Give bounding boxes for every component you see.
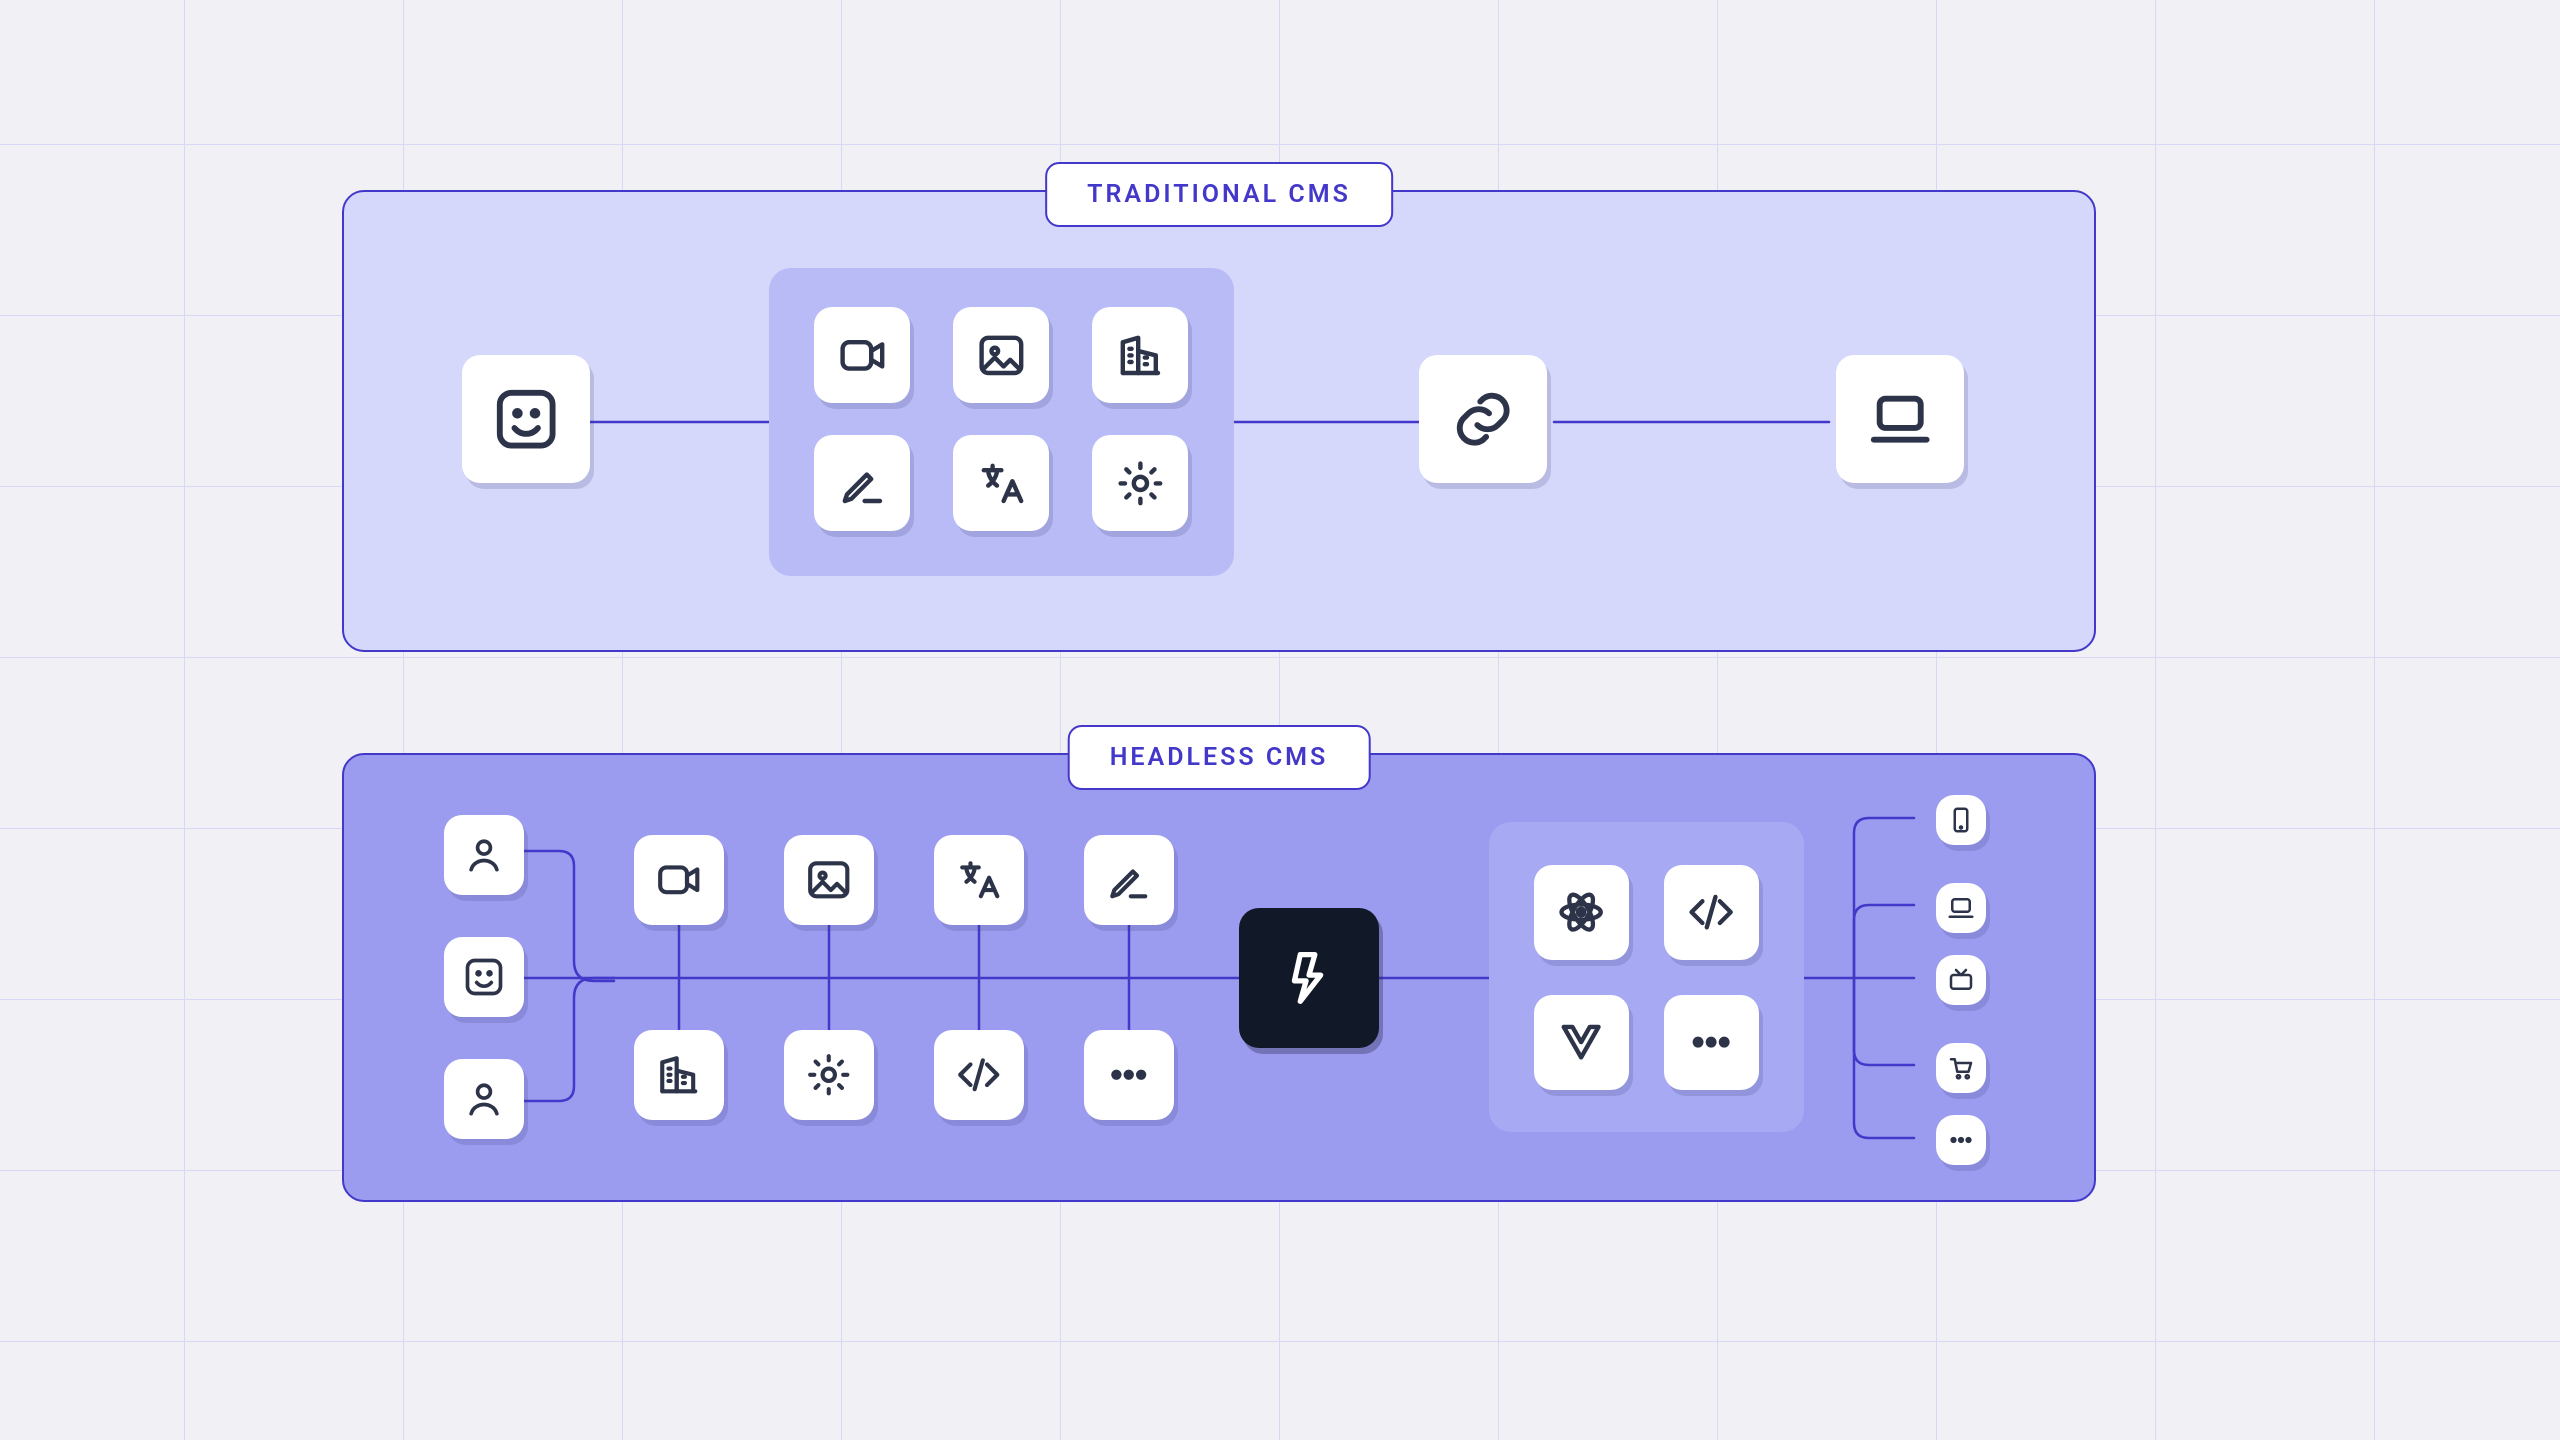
building-icon <box>1092 307 1188 403</box>
tv-icon <box>1936 955 1986 1005</box>
more-icon <box>1936 1115 1986 1165</box>
vue-icon <box>1534 995 1629 1090</box>
brand-logo <box>1239 908 1379 1048</box>
gear-icon <box>784 1030 874 1120</box>
more-icon <box>1084 1030 1174 1120</box>
cart-icon <box>1936 1043 1986 1093</box>
mobile-icon <box>1936 795 1986 845</box>
code-icon <box>934 1030 1024 1120</box>
person-icon <box>444 1059 524 1139</box>
translate-icon <box>934 835 1024 925</box>
video-icon <box>814 307 910 403</box>
image-icon <box>784 835 874 925</box>
laptop-icon <box>1836 355 1964 483</box>
building-icon <box>634 1030 724 1120</box>
traditional-panel: TRADITIONAL CMS <box>342 190 2096 652</box>
diagram-stage: TRADITIONAL CMS <box>0 0 2560 1440</box>
laptop-icon <box>1936 883 1986 933</box>
headless-connectors <box>344 755 2094 1200</box>
smiley-icon <box>462 355 590 483</box>
edit-icon <box>1084 835 1174 925</box>
link-icon <box>1419 355 1547 483</box>
headless-panel: HEADLESS CMS <box>342 753 2096 1202</box>
code-icon <box>1664 865 1759 960</box>
translate-icon <box>953 435 1049 531</box>
gear-icon <box>1092 435 1188 531</box>
smiley-icon <box>444 937 524 1017</box>
atom-icon <box>1534 865 1629 960</box>
edit-icon <box>814 435 910 531</box>
video-icon <box>634 835 724 925</box>
more-icon <box>1664 995 1759 1090</box>
frameworks-group <box>1489 822 1804 1132</box>
image-icon <box>953 307 1049 403</box>
person-icon <box>444 815 524 895</box>
